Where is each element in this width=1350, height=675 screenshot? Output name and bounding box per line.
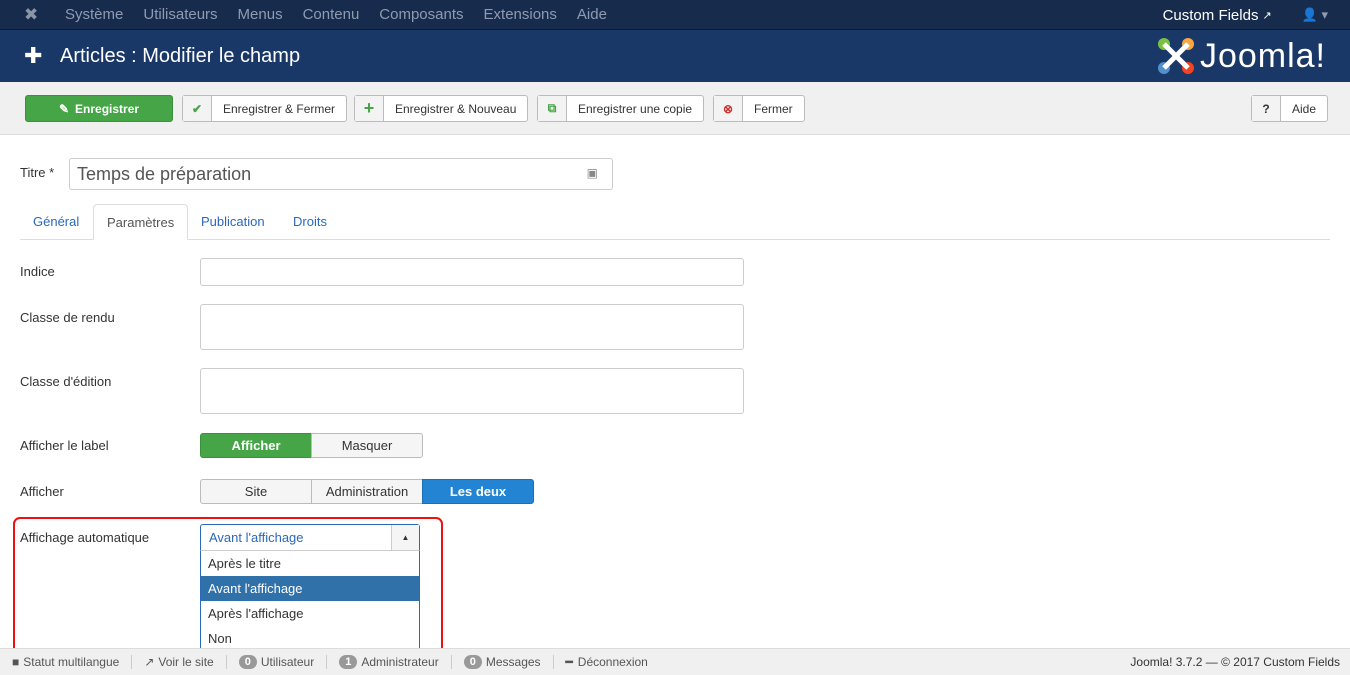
menu-utilisateurs[interactable]: Utilisateurs: [143, 6, 217, 23]
admins-link[interactable]: 1 Administrateur: [327, 655, 452, 669]
save-new-button[interactable]: + Enregistrer & Nouveau: [354, 95, 529, 122]
menu-contenu[interactable]: Contenu: [303, 6, 360, 23]
messages-label: Messages: [485, 655, 541, 669]
display-label: Afficher: [20, 484, 64, 499]
plus-icon: +: [355, 96, 384, 121]
copy-icon: ⧉: [538, 96, 567, 121]
edit-class-textarea[interactable]: [200, 368, 744, 414]
puzzle-icon: ✚: [24, 43, 43, 68]
indice-label: Indice: [20, 264, 55, 279]
display-site[interactable]: Site: [200, 479, 312, 504]
help-button[interactable]: ? Aide: [1251, 95, 1329, 122]
external-link-icon: ↗: [1262, 9, 1272, 22]
menu-extensions[interactable]: Extensions: [484, 6, 557, 23]
admins-badge: 1: [339, 655, 358, 669]
joomla-menu-icon[interactable]: ✖: [24, 5, 52, 25]
menu-systeme[interactable]: Système: [65, 6, 123, 23]
render-class-label: Classe de rendu: [20, 310, 115, 325]
multilang-label: Statut multilangue: [23, 655, 120, 669]
menu-menus[interactable]: Menus: [238, 6, 283, 23]
tab-general[interactable]: Général: [20, 204, 92, 240]
menu-composants[interactable]: Composants: [379, 6, 463, 23]
help-label: Aide: [1292, 101, 1317, 116]
users-badge: 0: [238, 655, 257, 669]
menu-aide[interactable]: Aide: [577, 6, 607, 23]
save-close-label: Enregistrer & Fermer: [223, 101, 336, 116]
status-bar: ■ Statut multilangue ↗ Voir le site 0 Utili…: [0, 648, 1350, 675]
joomla-logo-text: Joomla!: [1199, 36, 1326, 75]
show-label-afficher[interactable]: Afficher: [200, 433, 312, 458]
save-copy-label: Enregistrer une copie: [578, 101, 693, 116]
tab-droits[interactable]: Droits: [280, 204, 340, 240]
version-info: Joomla! 3.7.2 — © 2017 Custom Fields: [1130, 655, 1340, 669]
indice-input[interactable]: [200, 258, 744, 286]
comment-icon: ■: [12, 655, 20, 669]
multilang-status[interactable]: ■ Statut multilangue: [0, 655, 133, 669]
render-class-textarea[interactable]: [200, 304, 744, 350]
display-both[interactable]: Les deux: [422, 479, 534, 504]
show-label-label: Afficher le label: [20, 438, 109, 453]
field-lock-icon: ▣: [586, 166, 598, 180]
top-navbar: ✖ Système Utilisateurs Menus Contenu Com…: [0, 0, 1350, 30]
view-site-label: Voir le site: [158, 655, 214, 669]
tabs: Général Paramètres Publication Droits: [20, 204, 1330, 240]
tab-parametres[interactable]: Paramètres: [93, 204, 189, 240]
title-value: Temps de préparation: [77, 164, 252, 184]
logout-label: Déconnexion: [577, 655, 648, 669]
edit-class-label: Classe d'édition: [20, 374, 112, 389]
user-menu-icon[interactable]: 👤 ▾: [1302, 7, 1328, 23]
close-button[interactable]: ⊗ Fermer: [713, 95, 805, 122]
page-header: ✚ Articles : Modifier le champ: [0, 30, 1350, 82]
users-label: Utilisateur: [260, 655, 315, 669]
display-administration[interactable]: Administration: [311, 479, 423, 504]
logout-link[interactable]: ━ Déconnexion: [554, 655, 660, 669]
tab-publication[interactable]: Publication: [188, 204, 278, 240]
toolbar: ✎ Enregistrer ✔ Enregistrer & Fermer + Enre…: [0, 82, 1350, 135]
save-button[interactable]: ✎ Enregistrer: [25, 95, 173, 122]
messages-link[interactable]: 0 Messages: [452, 655, 554, 669]
external-link-icon: ↗: [144, 655, 155, 669]
close-label: Fermer: [754, 101, 793, 116]
minus-icon: ━: [565, 655, 573, 669]
title-input[interactable]: Temps de préparation ▣: [69, 158, 613, 190]
joomla-logo: Joomla!: [1156, 36, 1326, 76]
users-link[interactable]: 0 Utilisateur: [227, 655, 328, 669]
save-copy-button[interactable]: ⧉ Enregistrer une copie: [537, 95, 705, 122]
edit-icon: ✎: [58, 101, 70, 116]
site-link[interactable]: Custom Fields: [1163, 7, 1259, 24]
title-label: Titre *: [20, 165, 55, 180]
admins-label: Administrateur: [361, 655, 439, 669]
show-label-masquer[interactable]: Masquer: [311, 433, 423, 458]
annotation-highlight: [13, 517, 443, 656]
save-new-label: Enregistrer & Nouveau: [395, 101, 517, 116]
save-label: Enregistrer: [75, 101, 140, 116]
question-icon: ?: [1252, 96, 1281, 121]
page-title: Articles : Modifier le champ: [60, 44, 301, 67]
view-site-link[interactable]: ↗ Voir le site: [132, 655, 227, 669]
joomla-logo-icon: [1157, 38, 1194, 74]
close-icon: ⊗: [714, 96, 743, 121]
save-close-button[interactable]: ✔ Enregistrer & Fermer: [182, 95, 348, 122]
messages-badge: 0: [463, 655, 482, 669]
check-icon: ✔: [183, 96, 212, 121]
